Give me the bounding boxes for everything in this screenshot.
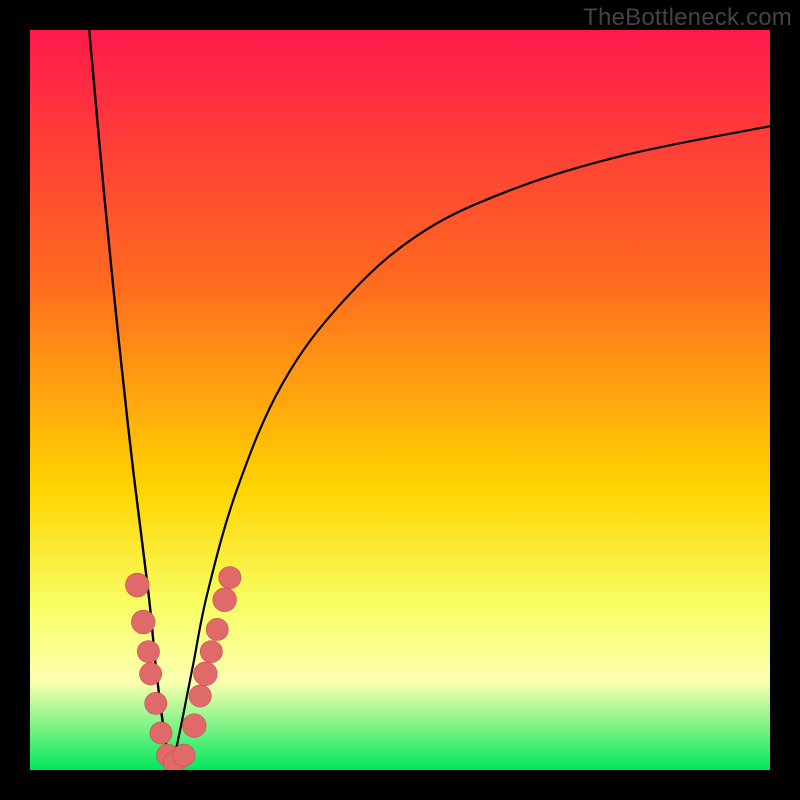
- data-marker: [131, 610, 155, 634]
- data-marker: [173, 744, 195, 766]
- data-marker: [213, 588, 237, 612]
- data-marker: [137, 641, 159, 663]
- data-marker: [194, 662, 218, 686]
- data-marker: [206, 618, 228, 640]
- data-marker: [182, 714, 206, 738]
- data-marker: [200, 641, 222, 663]
- data-marker: [219, 567, 241, 589]
- chart-frame: TheBottleneck.com: [0, 0, 800, 800]
- data-marker: [189, 685, 211, 707]
- plot-area: [30, 30, 770, 770]
- bottleneck-chart: [30, 30, 770, 770]
- data-marker: [125, 573, 149, 597]
- watermark-text: TheBottleneck.com: [583, 4, 792, 32]
- data-marker: [145, 692, 167, 714]
- data-marker: [140, 663, 162, 685]
- data-marker: [150, 722, 172, 744]
